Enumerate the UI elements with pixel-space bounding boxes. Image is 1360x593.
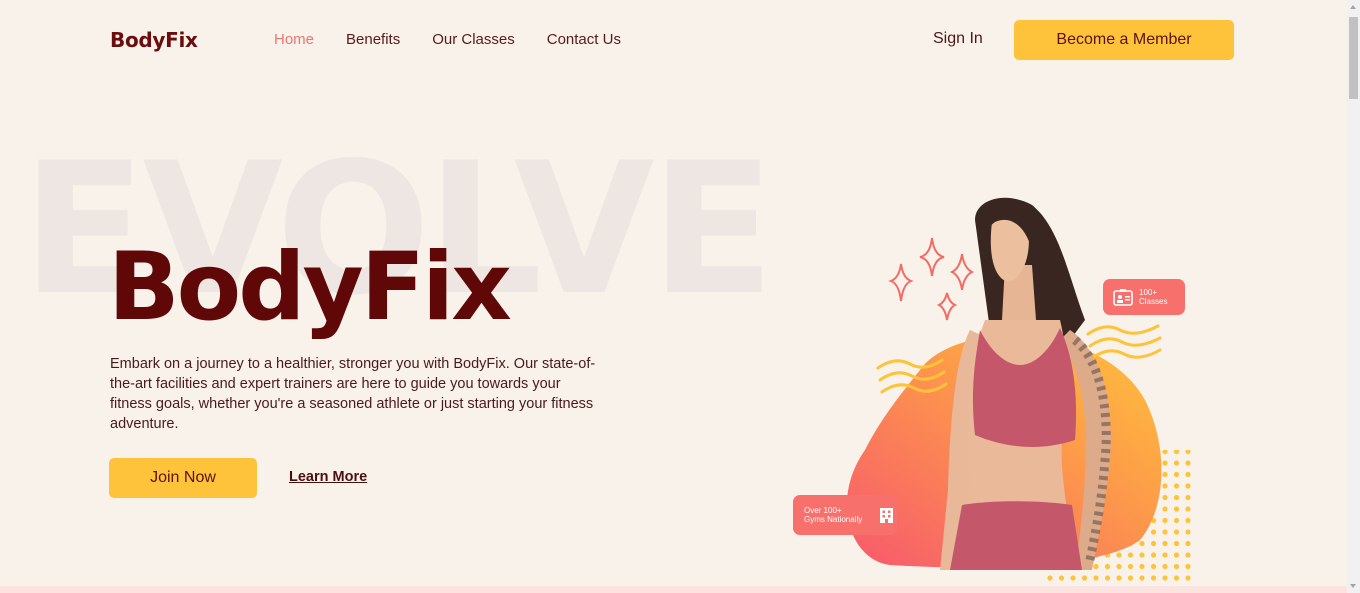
gyms-count: Over 100+ bbox=[804, 506, 842, 515]
main-nav: Home Benefits Our Classes Contact Us bbox=[274, 31, 653, 48]
hero-title: BodyFix bbox=[108, 233, 512, 342]
classes-label: Classes bbox=[1139, 297, 1168, 306]
learn-more-link[interactable]: Learn More bbox=[289, 469, 367, 485]
id-card-icon bbox=[1113, 288, 1133, 306]
classes-badge: 100+ Classes bbox=[1103, 279, 1185, 315]
hero-description: Embark on a journey to a healthier, stro… bbox=[110, 356, 596, 432]
woman-figure bbox=[940, 197, 1111, 570]
become-member-button[interactable]: Become a Member bbox=[1014, 20, 1234, 60]
scroll-down-arrow-icon[interactable] bbox=[1350, 584, 1356, 588]
page-scrollbar[interactable] bbox=[1347, 0, 1360, 593]
building-icon bbox=[880, 507, 893, 523]
nav-benefits[interactable]: Benefits bbox=[346, 31, 400, 48]
sparkle-icons bbox=[888, 237, 975, 321]
hero-illustration: 100+ Classes Over 100+ Gyms Nationally bbox=[770, 160, 1210, 593]
join-now-button[interactable]: Join Now bbox=[109, 458, 257, 498]
sign-in-link[interactable]: Sign In bbox=[933, 30, 983, 48]
scrollbar-thumb[interactable] bbox=[1349, 17, 1358, 99]
nav-our-classes[interactable]: Our Classes bbox=[432, 31, 515, 48]
nav-contact-us[interactable]: Contact Us bbox=[547, 31, 621, 48]
nav-home[interactable]: Home bbox=[274, 31, 314, 48]
scroll-up-arrow-icon[interactable] bbox=[1350, 5, 1356, 9]
gyms-badge: Over 100+ Gyms Nationally bbox=[793, 495, 897, 535]
site-logo[interactable]: BodyFix bbox=[110, 28, 198, 52]
wave-lines-right bbox=[1086, 324, 1162, 360]
next-section-edge bbox=[0, 586, 1347, 593]
gyms-label: Gyms Nationally bbox=[804, 515, 863, 524]
classes-count: 100+ bbox=[1139, 288, 1158, 297]
